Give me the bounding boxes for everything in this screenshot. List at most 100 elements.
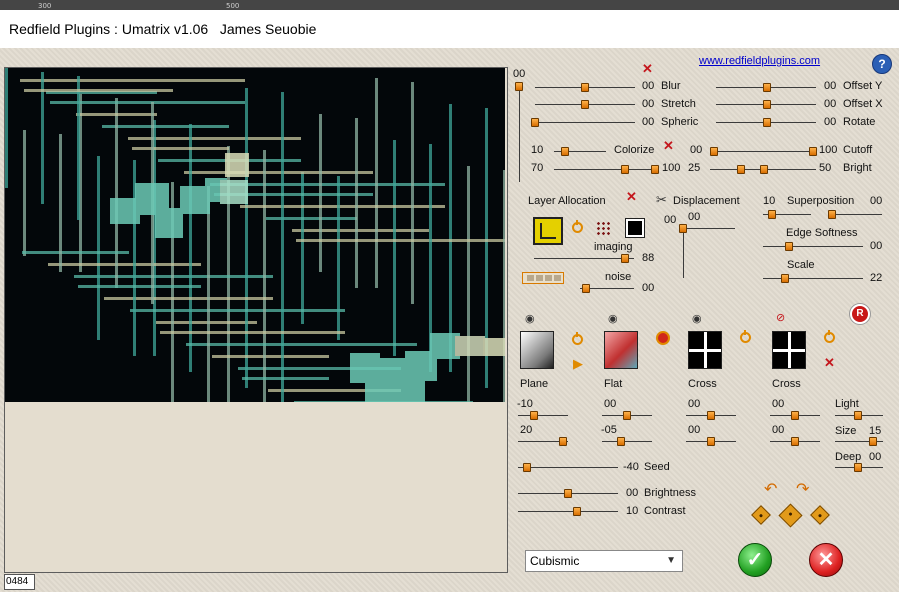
imaging-label: imaging (594, 241, 633, 253)
power-icon[interactable] (824, 330, 835, 343)
flat-slider-knob-1[interactable] (623, 411, 631, 420)
cross1-slider-knob-2[interactable] (707, 437, 715, 446)
plane-slider-knob-2[interactable] (559, 437, 567, 446)
colorize-slider-knob-b1[interactable] (621, 165, 629, 174)
cutoff-slider-knob-b[interactable] (809, 147, 817, 156)
brightness-label: Brightness (644, 487, 696, 499)
colorize-slider-knob-a[interactable] (561, 147, 569, 156)
plane-slider-knob-1[interactable] (530, 411, 538, 420)
deep-slider-knob[interactable] (854, 463, 862, 472)
plane-value-2: 20 (520, 424, 533, 436)
eye-icon[interactable]: ◉ (692, 312, 702, 325)
edge-softness-slider-knob[interactable] (785, 242, 793, 251)
help-icon[interactable]: ? (872, 54, 892, 74)
flat-swatch[interactable] (604, 331, 638, 369)
flat-color-icon[interactable] (656, 331, 670, 345)
cross-swatch-2[interactable] (772, 331, 806, 369)
spheric-label: Spheric (661, 116, 699, 128)
layer-reset-icon[interactable]: ✕ (626, 190, 637, 203)
blur-label: Blur (661, 80, 681, 92)
noise-label: noise (605, 271, 632, 283)
flat-slider-knob-2[interactable] (617, 437, 625, 446)
superposition-slider-knob-b[interactable] (828, 210, 836, 219)
colorize-reset-icon[interactable]: ✕ (663, 139, 674, 152)
spheric-slider-knob[interactable] (531, 118, 539, 127)
imaging-slider-track (534, 258, 634, 259)
light-label: Light (835, 398, 859, 410)
reset-x-icon[interactable]: ✕ (642, 62, 653, 75)
power-icon[interactable] (572, 220, 583, 233)
seed-value: -40 (623, 461, 639, 473)
colorize-min-b: 70 (531, 162, 544, 174)
stretch-slider-knob[interactable] (581, 100, 589, 109)
chevron-down-icon: ▼ (666, 555, 676, 566)
eye-icon[interactable]: ◉ (608, 312, 618, 325)
blur-slider-knob[interactable] (581, 83, 589, 92)
cutoff-slider-knob-a[interactable] (710, 147, 718, 156)
noise-slider-knob[interactable] (582, 284, 590, 293)
stretch-value: 00 (642, 98, 655, 110)
offset-y-slider-knob[interactable] (763, 83, 771, 92)
black-square-icon[interactable] (625, 218, 645, 238)
contrast-slider-knob[interactable] (573, 507, 581, 516)
power-icon[interactable] (740, 330, 751, 343)
bright-right-value: 50 (819, 162, 832, 174)
displacement-vertical-track (683, 228, 684, 278)
imaging-slider-knob[interactable] (621, 254, 629, 263)
displacement-slider-track (683, 228, 735, 229)
seed-slider-knob[interactable] (523, 463, 531, 472)
plane-value-1: -10 (517, 398, 533, 410)
redo-arrow-icon[interactable]: ↷ (796, 482, 809, 498)
vertical-slider-knob[interactable] (515, 82, 523, 91)
size-value: 15 (869, 425, 882, 437)
scale-slider-knob[interactable] (781, 274, 789, 283)
undo-arrow-icon[interactable]: ↶ (764, 482, 777, 498)
scale-slider-track (763, 278, 863, 279)
cross-reset-icon[interactable]: ✕ (824, 356, 835, 369)
r-button[interactable]: R (850, 304, 870, 324)
brightness-slider-knob[interactable] (564, 489, 572, 498)
displacement-slider-knob[interactable] (679, 224, 687, 233)
rotate-label: Rotate (843, 116, 876, 128)
superposition-right-value: 00 (870, 195, 883, 207)
size-slider-knob[interactable] (869, 437, 877, 446)
cross-label-2: Cross (772, 378, 801, 390)
superposition-slider-track-b (828, 214, 882, 215)
cancel-button[interactable]: ✕ (809, 543, 843, 577)
refresh-icon[interactable] (572, 332, 583, 345)
cross2-value-1: 00 (772, 398, 785, 410)
rotate-slider-knob[interactable] (763, 118, 771, 127)
cross2-slider-knob-1[interactable] (791, 411, 799, 420)
flat-value-1: 00 (604, 398, 617, 410)
website-link[interactable]: www.redfieldplugins.com (699, 55, 820, 67)
cross1-slider-knob-1[interactable] (707, 411, 715, 420)
offset-x-slider-knob[interactable] (763, 100, 771, 109)
ruler-tick: 500 (226, 2, 240, 10)
play-icon[interactable]: ▶ (573, 356, 583, 372)
dots-pattern-icon[interactable] (596, 221, 611, 236)
scissors-icon[interactable]: ✂ (656, 192, 667, 208)
superposition-left-value: 10 (763, 195, 776, 207)
layer-yellow-icon[interactable] (533, 217, 563, 245)
plane-swatch[interactable] (520, 331, 554, 369)
top-ruler: 300 500 (0, 0, 899, 10)
eye-off-icon[interactable]: ⊘ (776, 311, 785, 324)
cross-swatch-1[interactable] (688, 331, 722, 369)
superposition-slider-knob-a[interactable] (768, 210, 776, 219)
displacement-value-1: 00 (664, 214, 677, 226)
noise-strip-icon[interactable] (522, 272, 564, 284)
preview-image[interactable] (5, 68, 505, 402)
preset-selected: Cubismic (530, 554, 580, 568)
cutoff-slider-track (710, 151, 816, 152)
flat-label: Flat (604, 378, 623, 390)
bright-slider-knob-a[interactable] (737, 165, 745, 174)
light-slider-knob[interactable] (854, 411, 862, 420)
colorize-slider-knob-b2[interactable] (651, 165, 659, 174)
cross2-slider-knob-2[interactable] (791, 437, 799, 446)
eye-icon[interactable]: ◉ (525, 312, 535, 325)
edge-softness-value: 00 (870, 240, 883, 252)
ok-button[interactable]: ✓ (738, 543, 772, 577)
offset-y-label: Offset Y (843, 80, 883, 92)
preset-dropdown[interactable]: Cubismic ▼ (525, 550, 683, 572)
bright-slider-knob-b[interactable] (760, 165, 768, 174)
